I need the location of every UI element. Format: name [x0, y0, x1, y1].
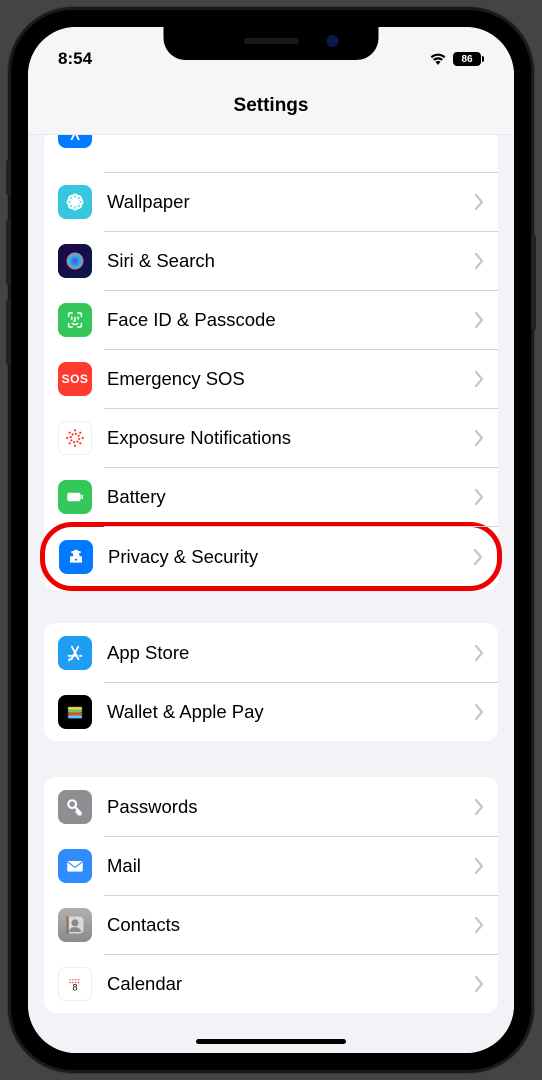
key-icon	[58, 790, 92, 824]
svg-text:8: 8	[72, 982, 77, 992]
settings-row-wallpaper[interactable]: Wallpaper	[44, 172, 498, 231]
appstore-icon	[58, 636, 92, 670]
screen: 8:54 86 Settings Accessibility Wallpaper S…	[28, 27, 514, 1053]
chevron-right-icon	[474, 488, 484, 506]
settings-row-wallet-applepay[interactable]: Wallet & Apple Pay	[44, 682, 498, 741]
chevron-right-icon	[474, 975, 484, 993]
row-label: Battery	[107, 486, 474, 508]
faceid-icon	[58, 303, 92, 337]
battery-icon	[58, 480, 92, 514]
chevron-right-icon	[473, 548, 483, 566]
row-label: Face ID & Passcode	[107, 309, 474, 331]
settings-row-privacy-security[interactable]: Privacy & Security	[45, 527, 493, 586]
chevron-right-icon	[474, 252, 484, 270]
chevron-right-icon	[474, 798, 484, 816]
battery-pct: 86	[461, 54, 472, 65]
volume-down-button	[6, 300, 11, 365]
settings-group: App Store Wallet & Apple Pay	[44, 623, 498, 741]
notch	[164, 27, 379, 60]
chevron-right-icon	[474, 370, 484, 388]
chevron-right-icon	[474, 193, 484, 211]
wallpaper-icon	[58, 185, 92, 219]
exposure-icon	[58, 421, 92, 455]
wallet-icon	[58, 695, 92, 729]
row-label: App Store	[107, 642, 474, 664]
settings-row-emergency-sos[interactable]: SOS Emergency SOS	[44, 349, 498, 408]
row-label: Privacy & Security	[108, 546, 473, 568]
contacts-icon	[58, 908, 92, 942]
page-title: Settings	[234, 95, 309, 117]
status-icons: 86	[429, 52, 484, 66]
status-time: 8:54	[58, 49, 92, 69]
settings-row-calendar[interactable]: 8 Calendar	[44, 954, 498, 1013]
volume-up-button	[6, 220, 11, 285]
chevron-right-icon	[474, 429, 484, 447]
row-label: Wallet & Apple Pay	[107, 701, 474, 723]
settings-row-siri-search[interactable]: Siri & Search	[44, 231, 498, 290]
settings-row-passwords[interactable]: Passwords	[44, 777, 498, 836]
settings-row-accessibility[interactable]: Accessibility	[44, 135, 498, 172]
settings-row-app-store[interactable]: App Store	[44, 623, 498, 682]
phone-frame: 8:54 86 Settings Accessibility Wallpaper S…	[11, 10, 531, 1070]
chevron-right-icon	[474, 703, 484, 721]
settings-row-faceid-passcode[interactable]: Face ID & Passcode	[44, 290, 498, 349]
mail-icon	[58, 849, 92, 883]
settings-group: Accessibility Wallpaper Siri & Search Face …	[44, 135, 498, 591]
settings-row-mail[interactable]: Mail	[44, 836, 498, 895]
row-label: Calendar	[107, 973, 474, 995]
privacy-icon	[59, 540, 93, 574]
sos-icon: SOS	[58, 362, 92, 396]
row-label: Emergency SOS	[107, 368, 474, 390]
side-button	[531, 235, 536, 330]
chevron-right-icon	[474, 857, 484, 875]
nav-bar: Settings	[28, 77, 514, 135]
settings-row-exposure-notifications[interactable]: Exposure Notifications	[44, 408, 498, 467]
accessibility-icon	[58, 135, 92, 148]
row-label: Siri & Search	[107, 250, 474, 272]
settings-row-battery[interactable]: Battery	[44, 467, 498, 526]
wifi-icon	[429, 52, 447, 66]
chevron-right-icon	[474, 644, 484, 662]
battery-indicator: 86	[453, 52, 484, 66]
home-indicator[interactable]	[196, 1039, 346, 1044]
chevron-right-icon	[474, 311, 484, 329]
row-label: Exposure Notifications	[107, 427, 474, 449]
calendar-icon: 8	[58, 967, 92, 1001]
row-label: Contacts	[107, 914, 474, 936]
row-label: Mail	[107, 855, 474, 877]
settings-group: Passwords Mail Contacts 8 Calendar	[44, 777, 498, 1013]
siri-icon	[58, 244, 92, 278]
row-label: Wallpaper	[107, 191, 474, 213]
settings-row-contacts[interactable]: Contacts	[44, 895, 498, 954]
mute-switch	[6, 160, 11, 195]
settings-list[interactable]: Accessibility Wallpaper Siri & Search Face …	[28, 135, 514, 1053]
row-label: Passwords	[107, 796, 474, 818]
chevron-right-icon	[474, 916, 484, 934]
highlight-ring: Privacy & Security	[40, 522, 502, 591]
row-label: Accessibility	[107, 135, 474, 136]
